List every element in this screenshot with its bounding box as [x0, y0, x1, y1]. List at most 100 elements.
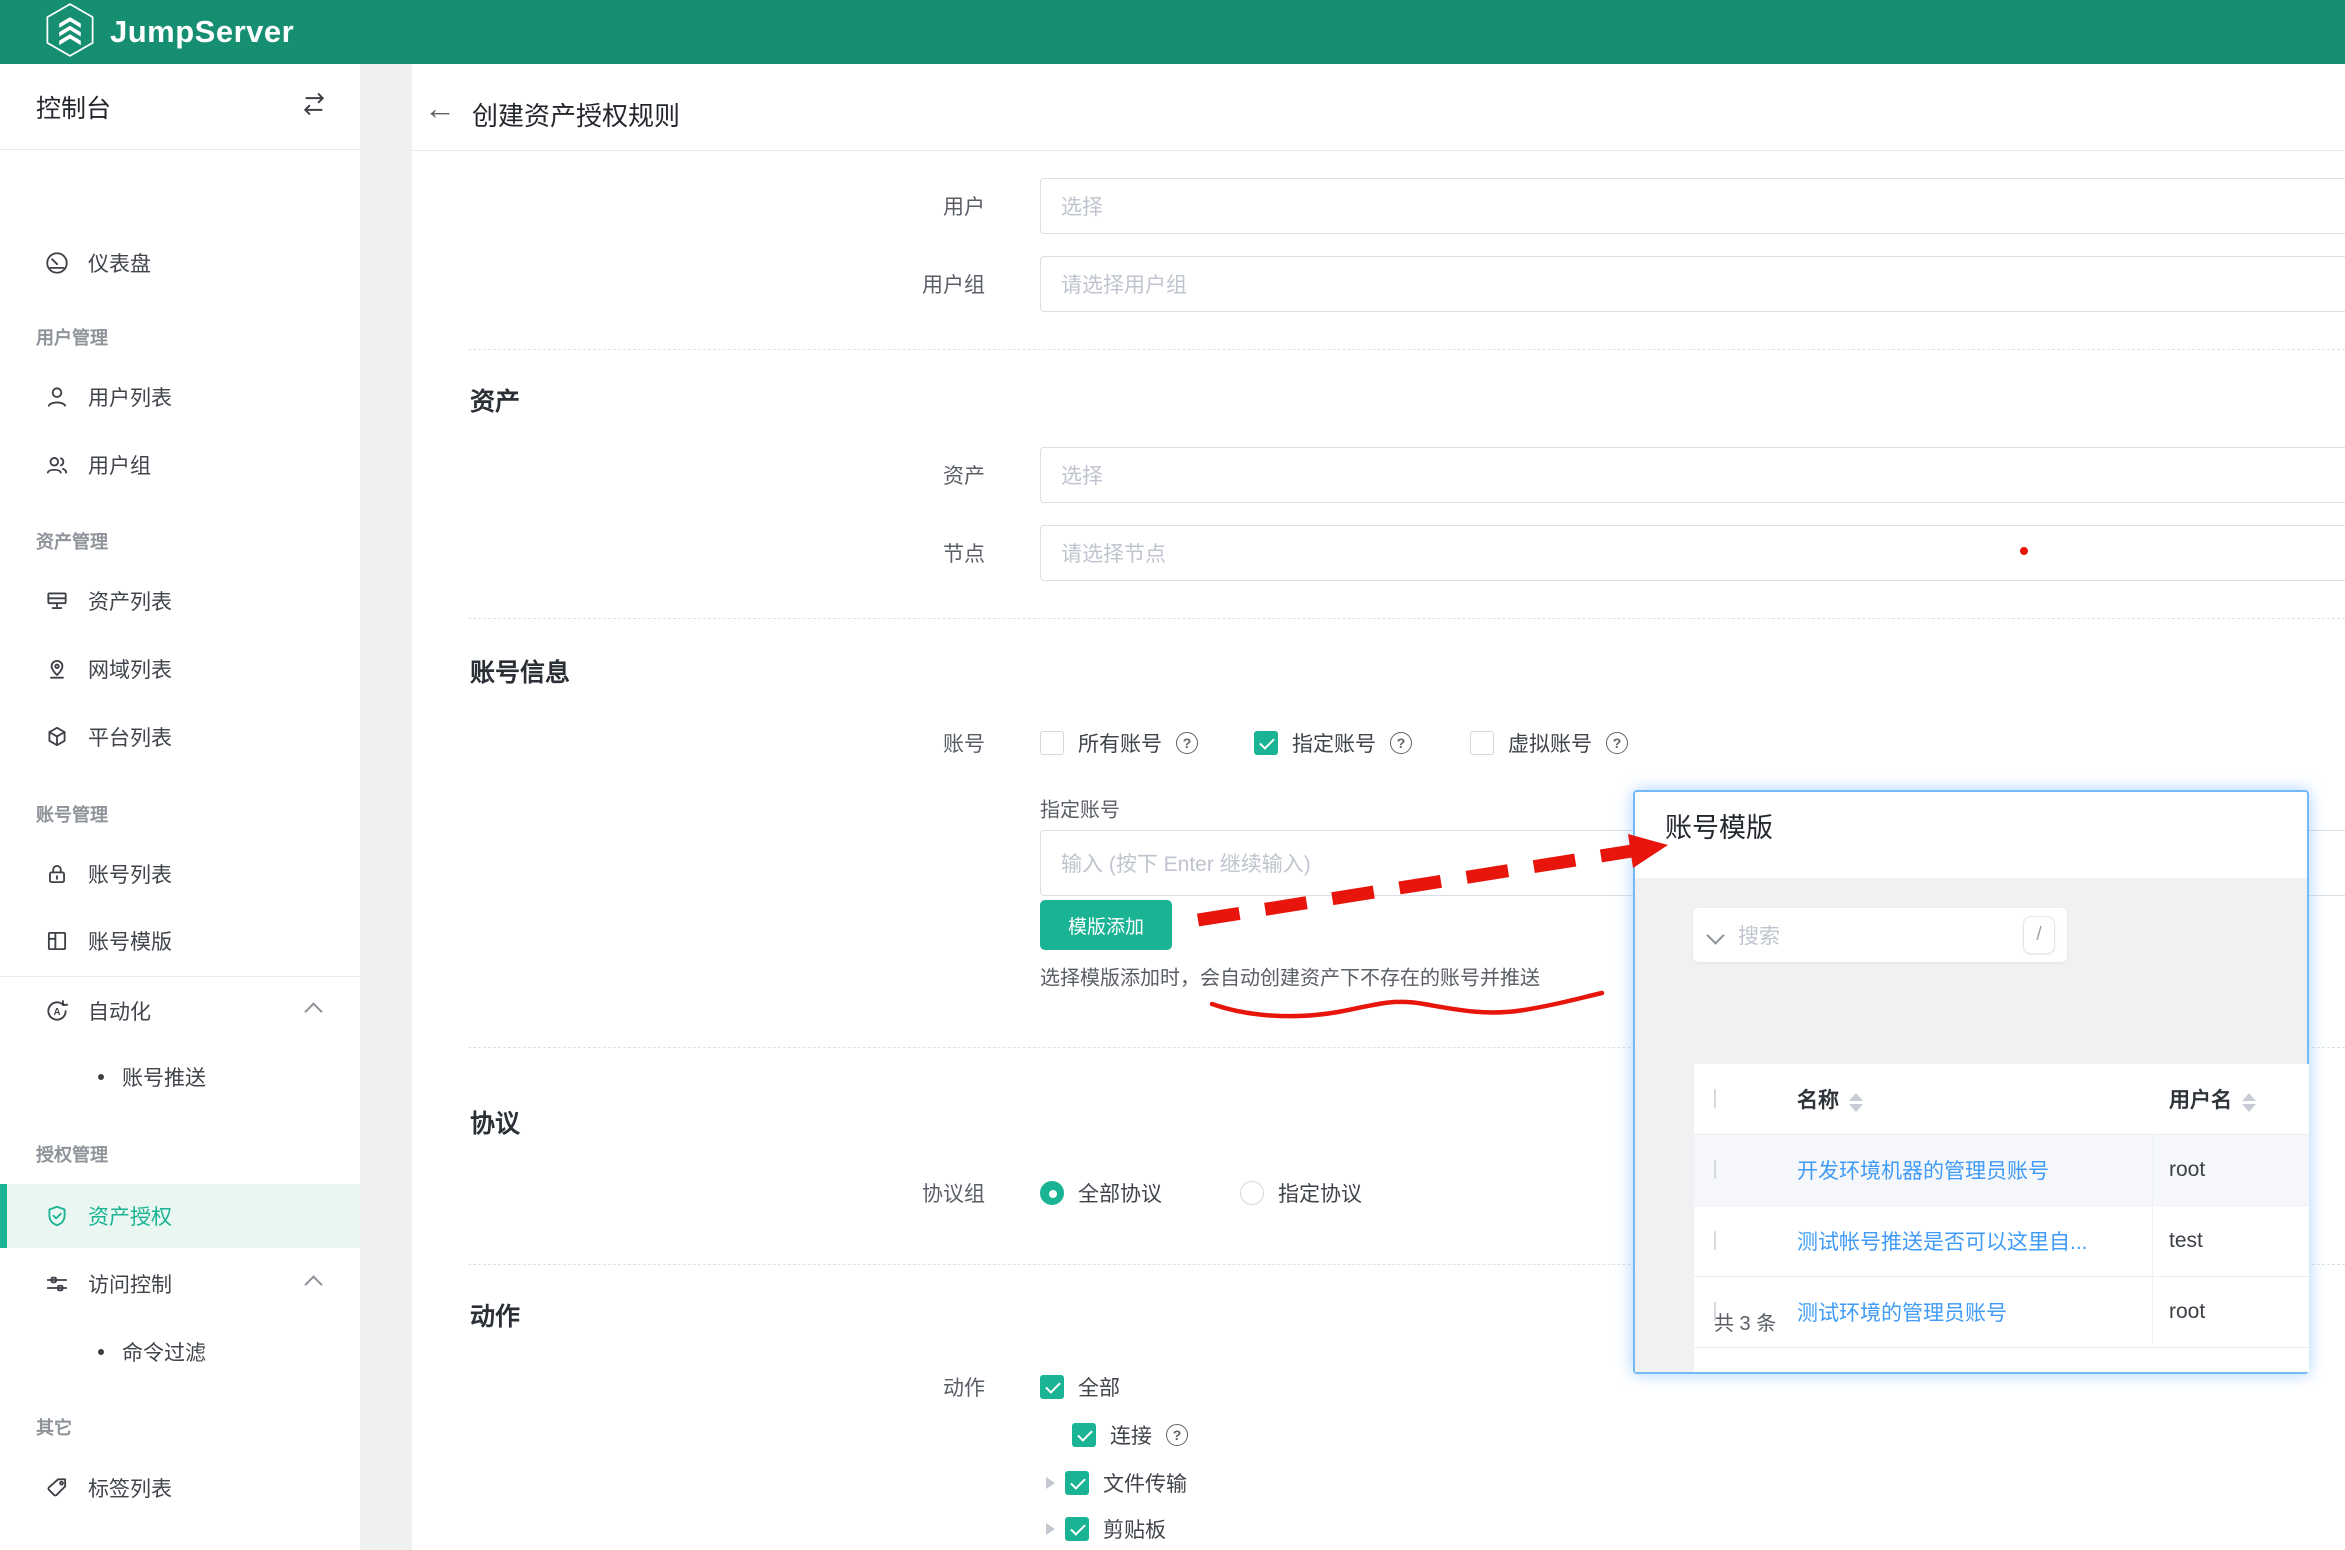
column-separator — [2152, 1134, 2153, 1344]
all-accounts-option[interactable]: 所有账号 — [1040, 728, 1198, 758]
template-add-button[interactable]: 模版添加 — [1040, 900, 1172, 950]
sidebar-section-user-management: 用户管理 — [36, 323, 108, 351]
user-group-select-input[interactable]: 请选择用户组 — [1040, 256, 2345, 312]
template-name-link[interactable]: 测试帐号推送是否可以这里自... — [1797, 1231, 2088, 1254]
specified-accounts-checkbox[interactable] — [1254, 731, 1278, 755]
layout-icon — [44, 928, 70, 954]
sidebar-item-label: 命令过滤 — [122, 1337, 206, 1367]
back-arrow-icon[interactable]: ← — [424, 92, 456, 124]
sidebar-item-access-control[interactable]: 访问控制 — [0, 1266, 360, 1302]
all-protocols-radio[interactable] — [1040, 1181, 1064, 1205]
all-protocols-option[interactable]: 全部协议 — [1040, 1178, 1162, 1208]
chevron-down-icon[interactable] — [1706, 926, 1724, 944]
asset-select-placeholder: 选择 — [1061, 460, 1103, 490]
help-icon[interactable] — [1606, 732, 1628, 754]
virtual-accounts-option[interactable]: 虚拟账号 — [1470, 728, 1628, 758]
template-username: root — [2169, 1158, 2205, 1182]
svg-text:A: A — [53, 1007, 60, 1018]
swap-view-icon[interactable] — [300, 90, 328, 123]
sidebar-item-label: 资产列表 — [88, 586, 172, 616]
popup-table: 名称 用户名 开发环境机器的管理员账号 root 测试帐号推送是否可以这里自..… — [1694, 1064, 2309, 1372]
action-file-transfer-option[interactable]: 文件传输 — [1046, 1468, 1187, 1498]
sidebar-item-platform-list[interactable]: 平台列表 — [0, 719, 360, 755]
sort-icon[interactable] — [1849, 1093, 1863, 1112]
bullet-icon — [98, 1349, 104, 1355]
expand-arrow-icon[interactable] — [1046, 1477, 1055, 1489]
action-all-checkbox[interactable] — [1040, 1375, 1064, 1399]
select-all-checkbox[interactable] — [1714, 1089, 1716, 1108]
sort-icon[interactable] — [2242, 1093, 2256, 1112]
sidebar-item-label: 用户组 — [88, 450, 151, 480]
sidebar-item-asset-permission[interactable]: 资产授权 — [0, 1184, 360, 1248]
asset-section-title: 资产 — [470, 382, 520, 418]
help-icon[interactable] — [1166, 1424, 1188, 1446]
sidebar-item-tag-list[interactable]: 标签列表 — [0, 1470, 360, 1506]
expand-arrow-icon[interactable] — [1046, 1523, 1055, 1535]
sidebar-item-user-list[interactable]: 用户列表 — [0, 379, 360, 415]
sidebar-item-domain-list[interactable]: 网域列表 — [0, 651, 360, 687]
account-field-label: 账号 — [705, 728, 985, 758]
sidebar-subitem-account-push[interactable]: 账号推送 — [0, 1059, 360, 1095]
chevron-up-icon[interactable] — [304, 1002, 322, 1020]
specified-protocols-option[interactable]: 指定协议 — [1240, 1178, 1362, 1208]
popup-search-box[interactable]: 搜索 / — [1693, 908, 2067, 962]
sidebar-header: 控制台 — [0, 64, 360, 150]
action-all-option[interactable]: 全部 — [1040, 1372, 1120, 1402]
chevron-up-icon[interactable] — [304, 1275, 322, 1293]
virtual-accounts-checkbox[interactable] — [1470, 731, 1494, 755]
column-header-name[interactable]: 名称 — [1797, 1084, 1863, 1114]
popup-body: 搜索 / 名称 用户名 开发环境机器的管理员账号 root — [1635, 878, 2307, 1372]
sidebar-item-label: 网域列表 — [88, 654, 172, 684]
template-name-link[interactable]: 开发环境机器的管理员账号 — [1797, 1160, 2049, 1183]
sidebar-item-dashboard[interactable]: 仪表盘 — [0, 245, 360, 281]
table-row[interactable]: 开发环境机器的管理员账号 root — [1694, 1135, 2309, 1206]
action-file-transfer-checkbox[interactable] — [1065, 1471, 1089, 1495]
server-icon — [44, 588, 70, 614]
specified-accounts-option[interactable]: 指定账号 — [1254, 728, 1412, 758]
table-header-row: 名称 用户名 — [1694, 1064, 2309, 1135]
page-title: 创建资产授权规则 — [472, 96, 680, 133]
jumpserver-logo-icon[interactable] — [44, 2, 96, 63]
node-select-input[interactable]: 请选择节点 — [1040, 525, 2345, 581]
sidebar-item-label: 账号推送 — [122, 1062, 206, 1092]
table-row[interactable]: 测试环境的管理员账号 root — [1694, 1277, 2309, 1348]
sidebar-item-asset-list[interactable]: 资产列表 — [0, 583, 360, 619]
table-row[interactable]: 测试帐号推送是否可以这里自... test — [1694, 1206, 2309, 1277]
location-pin-icon — [44, 656, 70, 682]
node-select-placeholder: 请选择节点 — [1061, 538, 1166, 568]
tag-icon — [44, 1475, 70, 1501]
content-gutter — [360, 64, 412, 1550]
user-group-field-label: 用户组 — [705, 269, 985, 299]
column-header-username[interactable]: 用户名 — [2169, 1084, 2256, 1114]
action-connect-checkbox[interactable] — [1072, 1423, 1096, 1447]
action-field-label: 动作 — [705, 1372, 985, 1402]
sidebar-item-automation[interactable]: A 自动化 — [0, 993, 360, 1029]
jumpserver-app: JumpServer 控制台 仪表盘 用户管理 — [0, 0, 2345, 1550]
sidebar-subitem-command-filter[interactable]: 命令过滤 — [0, 1334, 360, 1370]
sidebar-item-user-group[interactable]: 用户组 — [0, 447, 360, 483]
section-divider — [468, 618, 2345, 619]
row-checkbox[interactable] — [1714, 1160, 1716, 1179]
tag-input-placeholder: 输入 (按下 Enter 继续输入) — [1061, 848, 1311, 878]
all-accounts-checkbox[interactable] — [1040, 731, 1064, 755]
help-icon[interactable] — [1176, 732, 1198, 754]
row-checkbox[interactable] — [1714, 1231, 1716, 1250]
specified-protocols-radio[interactable] — [1240, 1181, 1264, 1205]
sidebar-item-label: 账号列表 — [88, 859, 172, 889]
action-clipboard-checkbox[interactable] — [1065, 1517, 1089, 1541]
user-select-input[interactable]: 选择 — [1040, 178, 2345, 234]
account-section-title: 账号信息 — [470, 653, 570, 689]
sidebar-item-account-template[interactable]: 账号模版 — [0, 923, 360, 959]
header-divider — [412, 150, 2345, 151]
user-field-label: 用户 — [705, 191, 985, 221]
sidebar-item-account-list[interactable]: 账号列表 — [0, 856, 360, 892]
action-clipboard-option[interactable]: 剪贴板 — [1046, 1514, 1166, 1544]
sidebar: 控制台 仪表盘 用户管理 用户列表 — [0, 64, 360, 1550]
template-name-link[interactable]: 测试环境的管理员账号 — [1797, 1302, 2007, 1325]
sidebar-item-label: 用户列表 — [88, 382, 172, 412]
help-icon[interactable] — [1390, 732, 1412, 754]
asset-select-input[interactable]: 选择 — [1040, 447, 2345, 503]
sidebar-section-other: 其它 — [36, 1413, 72, 1441]
node-field-label: 节点 — [705, 538, 985, 568]
action-connect-option[interactable]: 连接 — [1072, 1420, 1188, 1450]
